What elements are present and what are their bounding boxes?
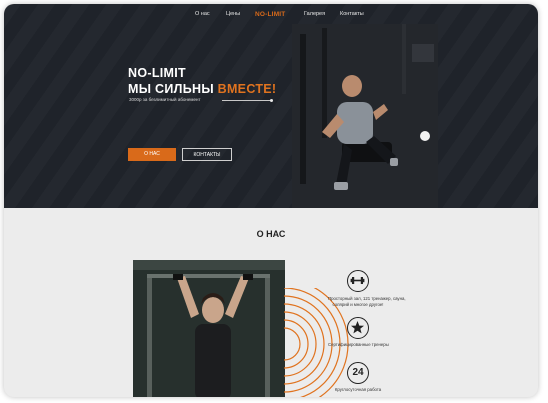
hero-subtitle: 3000р за безлимитный абонемент — [129, 97, 201, 102]
nav-link-contacts[interactable]: Контакты — [340, 11, 364, 17]
hero-athlete-illustration — [292, 24, 438, 208]
hero-title-prefix: МЫ СИЛЬНЫ — [128, 82, 218, 96]
nav-link-gallery[interactable]: Галерея — [304, 11, 325, 17]
subtitle-divider-dot — [270, 98, 273, 102]
browser-frame: О нас Цены NO-LIMIT Галерея Контакты NO-… — [4, 4, 538, 397]
contacts-button[interactable]: КОНТАКТЫ — [182, 148, 232, 161]
hero-section: О нас Цены NO-LIMIT Галерея Контакты NO-… — [4, 4, 538, 208]
feature-24h-text: Круглосуточная работа — [334, 387, 382, 392]
hero-title-line1: NO-LIMIT — [128, 66, 186, 80]
about-athlete-photo — [133, 260, 285, 397]
feature-gym-text: Просторный зал, 121 тренажер, сауна, сол… — [328, 296, 406, 308]
nav-link-prices[interactable]: Цены — [226, 11, 240, 17]
hero-title-accent: ВМЕСТЕ! — [217, 82, 277, 96]
clock-24-icon: 24 — [347, 362, 369, 384]
hero-athlete-photo — [292, 24, 438, 208]
about-button[interactable]: О НАС — [128, 148, 176, 161]
about-section-title: О НАС — [256, 229, 286, 239]
hero-title-line2: МЫ СИЛЬНЫ ВМЕСТЕ! — [128, 82, 276, 96]
clock-24-label: 24 — [352, 367, 364, 378]
feature-gym-line2: солярий и многое другое! — [332, 302, 384, 307]
feature-trainers-text: Сертифицированные тренеры — [328, 342, 389, 347]
about-athlete-illustration — [133, 260, 285, 397]
dumbbell-icon — [347, 270, 369, 292]
top-nav: О нас Цены NO-LIMIT Галерея Контакты — [4, 11, 538, 25]
subtitle-divider — [222, 100, 272, 101]
nav-brand-logo[interactable]: NO-LIMIT — [255, 11, 285, 18]
star-icon — [347, 317, 369, 339]
hero-background-texture — [4, 4, 538, 208]
nav-link-about[interactable]: О нас — [195, 11, 210, 17]
